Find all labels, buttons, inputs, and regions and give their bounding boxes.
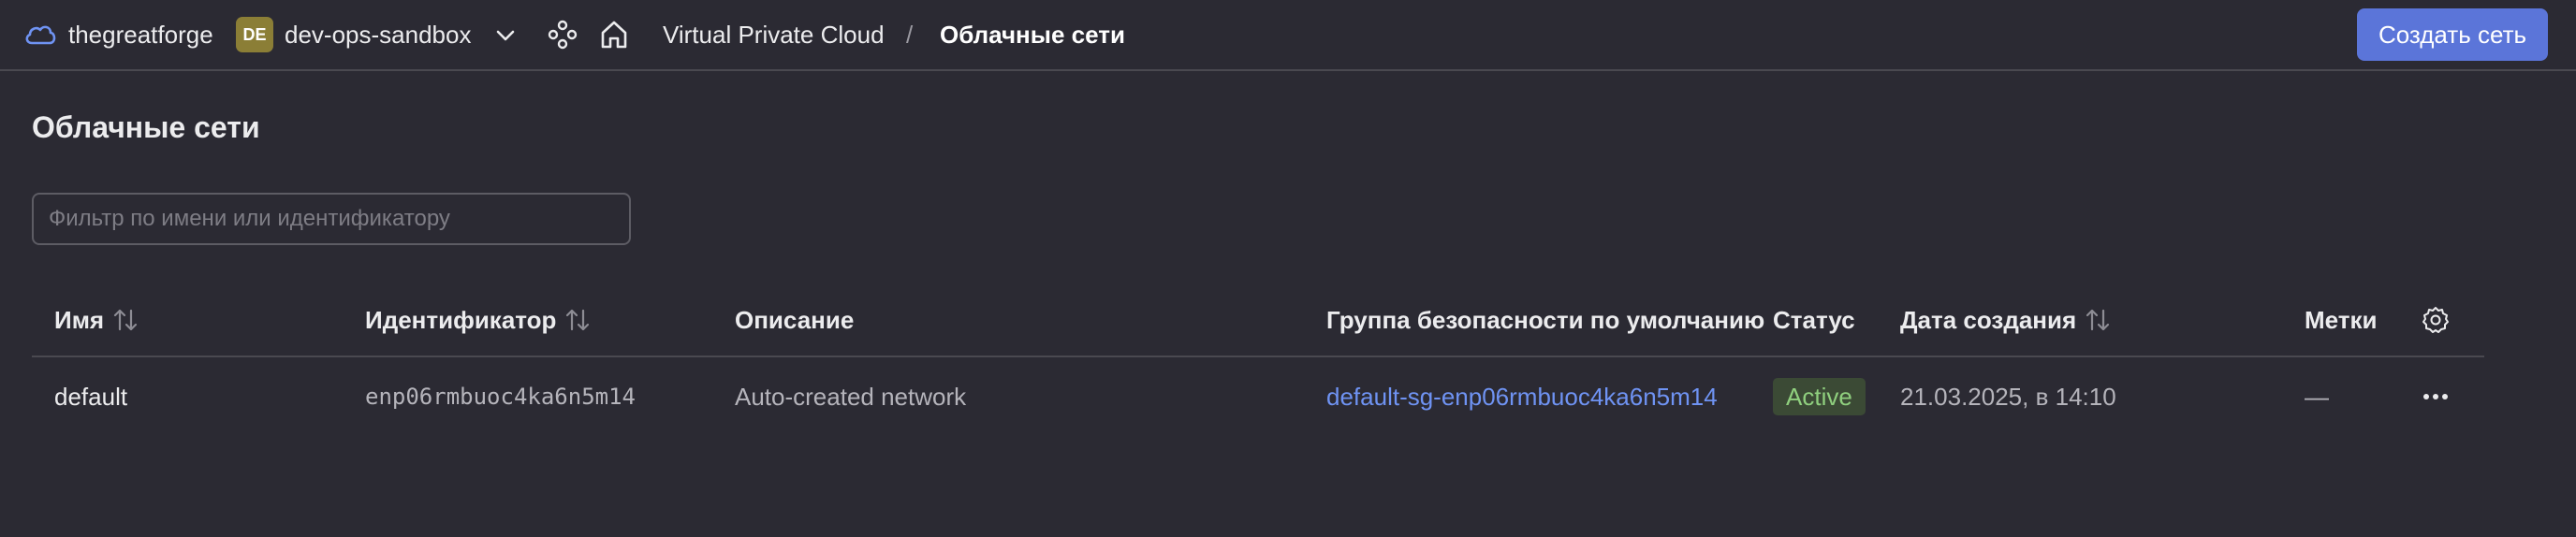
security-group-link[interactable]: default-sg-enp06rmbuoc4ka6n5m14 [1326,378,1718,415]
table-header-divider [32,356,2484,357]
page-title: Облачные сети [32,110,260,144]
folder-badge[interactable]: DE [236,17,273,52]
create-network-button[interactable]: Создать сеть [2357,8,2548,61]
top-bar: thegreatforge DE dev-ops-sandbox Virtual… [0,0,2576,71]
sort-icon[interactable] [2084,307,2112,333]
chevron-down-icon[interactable] [492,22,519,49]
breadcrumb-current: Облачные сети [940,20,1125,49]
network-description: Auto-created network [735,382,967,411]
network-name[interactable]: default [54,378,127,415]
column-header-description: Описание [735,301,854,339]
created-date: 21.03.2025, в 14:10 [1900,382,2116,411]
column-header-created[interactable]: Дата создания [1900,301,2112,339]
column-label: Имя [54,305,105,334]
filter-input[interactable] [32,193,631,245]
column-label: Статус [1773,305,1855,334]
gear-icon[interactable] [2419,301,2452,339]
org-name[interactable]: thegreatforge [68,19,213,51]
breadcrumb-vpc[interactable]: Virtual Private Cloud [663,19,885,51]
services-icon[interactable] [547,19,578,51]
network-id: enp06rmbuoc4ka6n5m14 [365,384,636,410]
column-label: Описание [735,305,855,334]
sort-icon[interactable] [564,307,592,333]
cloud-icon[interactable] [22,19,58,51]
column-header-security-group: Группа безопасности по умолчанию [1326,301,1764,339]
column-label: Группа безопасности по умолчанию [1326,305,1765,334]
column-label: Идентификатор [365,305,557,334]
breadcrumb-separator: / [906,20,914,49]
home-icon[interactable] [597,18,631,51]
column-label: Метки [2305,305,2378,334]
more-icon[interactable] [2419,378,2452,415]
column-header-labels: Метки [2305,301,2378,339]
folder-name[interactable]: dev-ops-sandbox [285,19,471,51]
column-header-id[interactable]: Идентификатор [365,301,592,339]
labels-value: — [2305,382,2329,411]
column-header-name[interactable]: Имя [54,301,139,339]
status-badge: Active [1773,378,1866,415]
column-label: Дата создания [1900,305,2077,334]
column-header-status: Статус [1773,301,1855,339]
sort-icon[interactable] [111,307,139,333]
